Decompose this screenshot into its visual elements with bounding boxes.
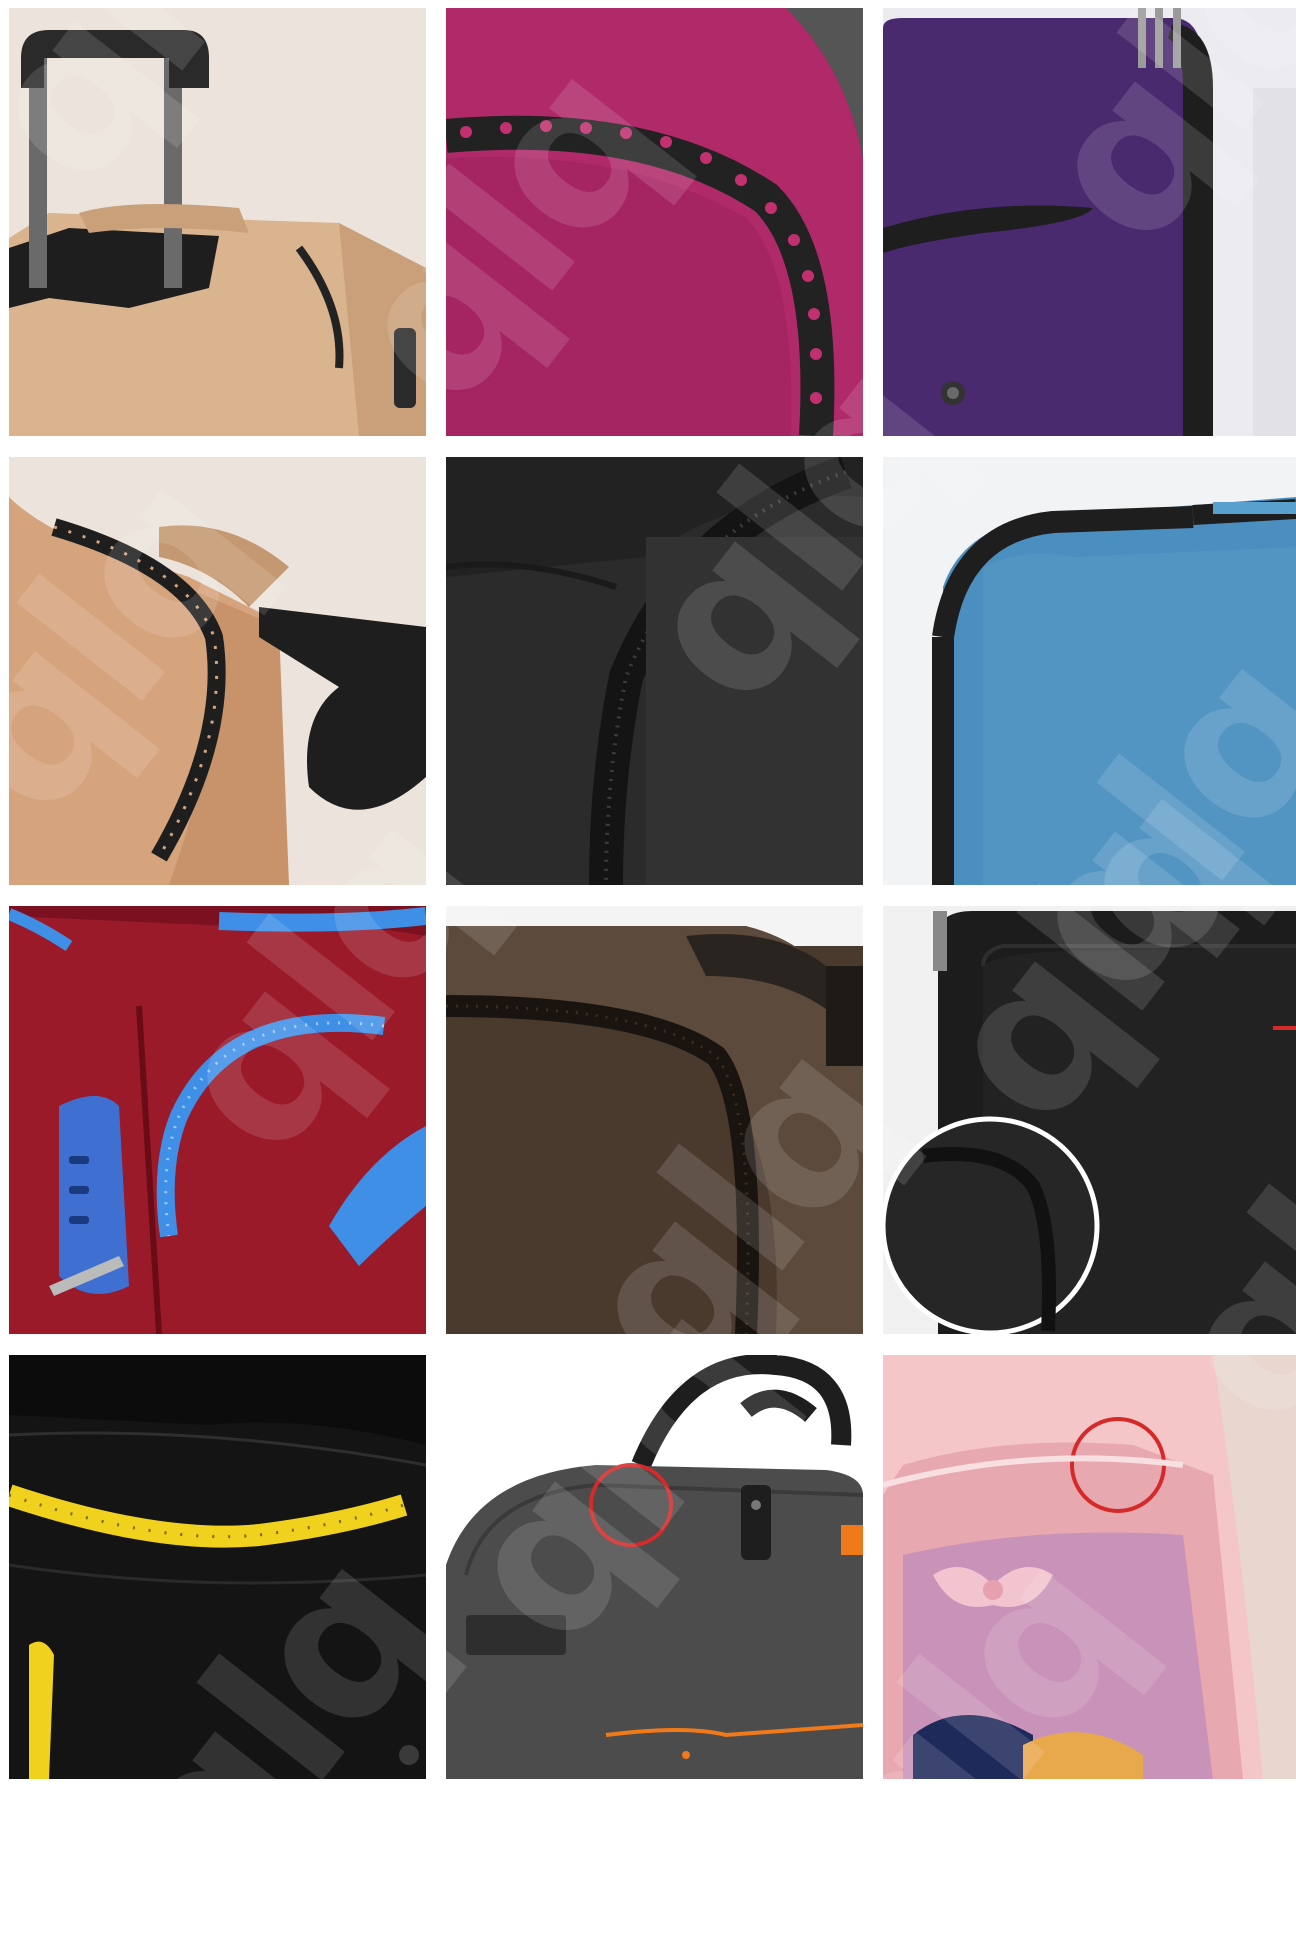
photo-red-suitcase-blue-piping: [9, 906, 426, 1334]
photo-blue-denim-suitcase: [883, 457, 1296, 885]
photo-black-suitcase-piping: [446, 457, 863, 885]
photo-grey-duffel-bag: [446, 1355, 863, 1779]
photo-tan-suitcase-edge: [9, 457, 426, 885]
photo-purple-suitcase-side: [883, 8, 1296, 436]
photo-black-bag-yellow-piping: [9, 1355, 426, 1779]
photo-tan-suitcase-handle: [9, 8, 426, 436]
photo-magenta-perforated-piping: [446, 8, 863, 436]
photo-black-suitcase-zoom-circle: [883, 906, 1296, 1334]
photo-brown-suitcase-piping: [446, 906, 863, 1334]
product-photo-grid: qlq qlq qlq qlq qlq qlq qlq qlq qlq qlq …: [0, 0, 1296, 1937]
photo-pink-kids-backpack: [883, 1355, 1296, 1779]
